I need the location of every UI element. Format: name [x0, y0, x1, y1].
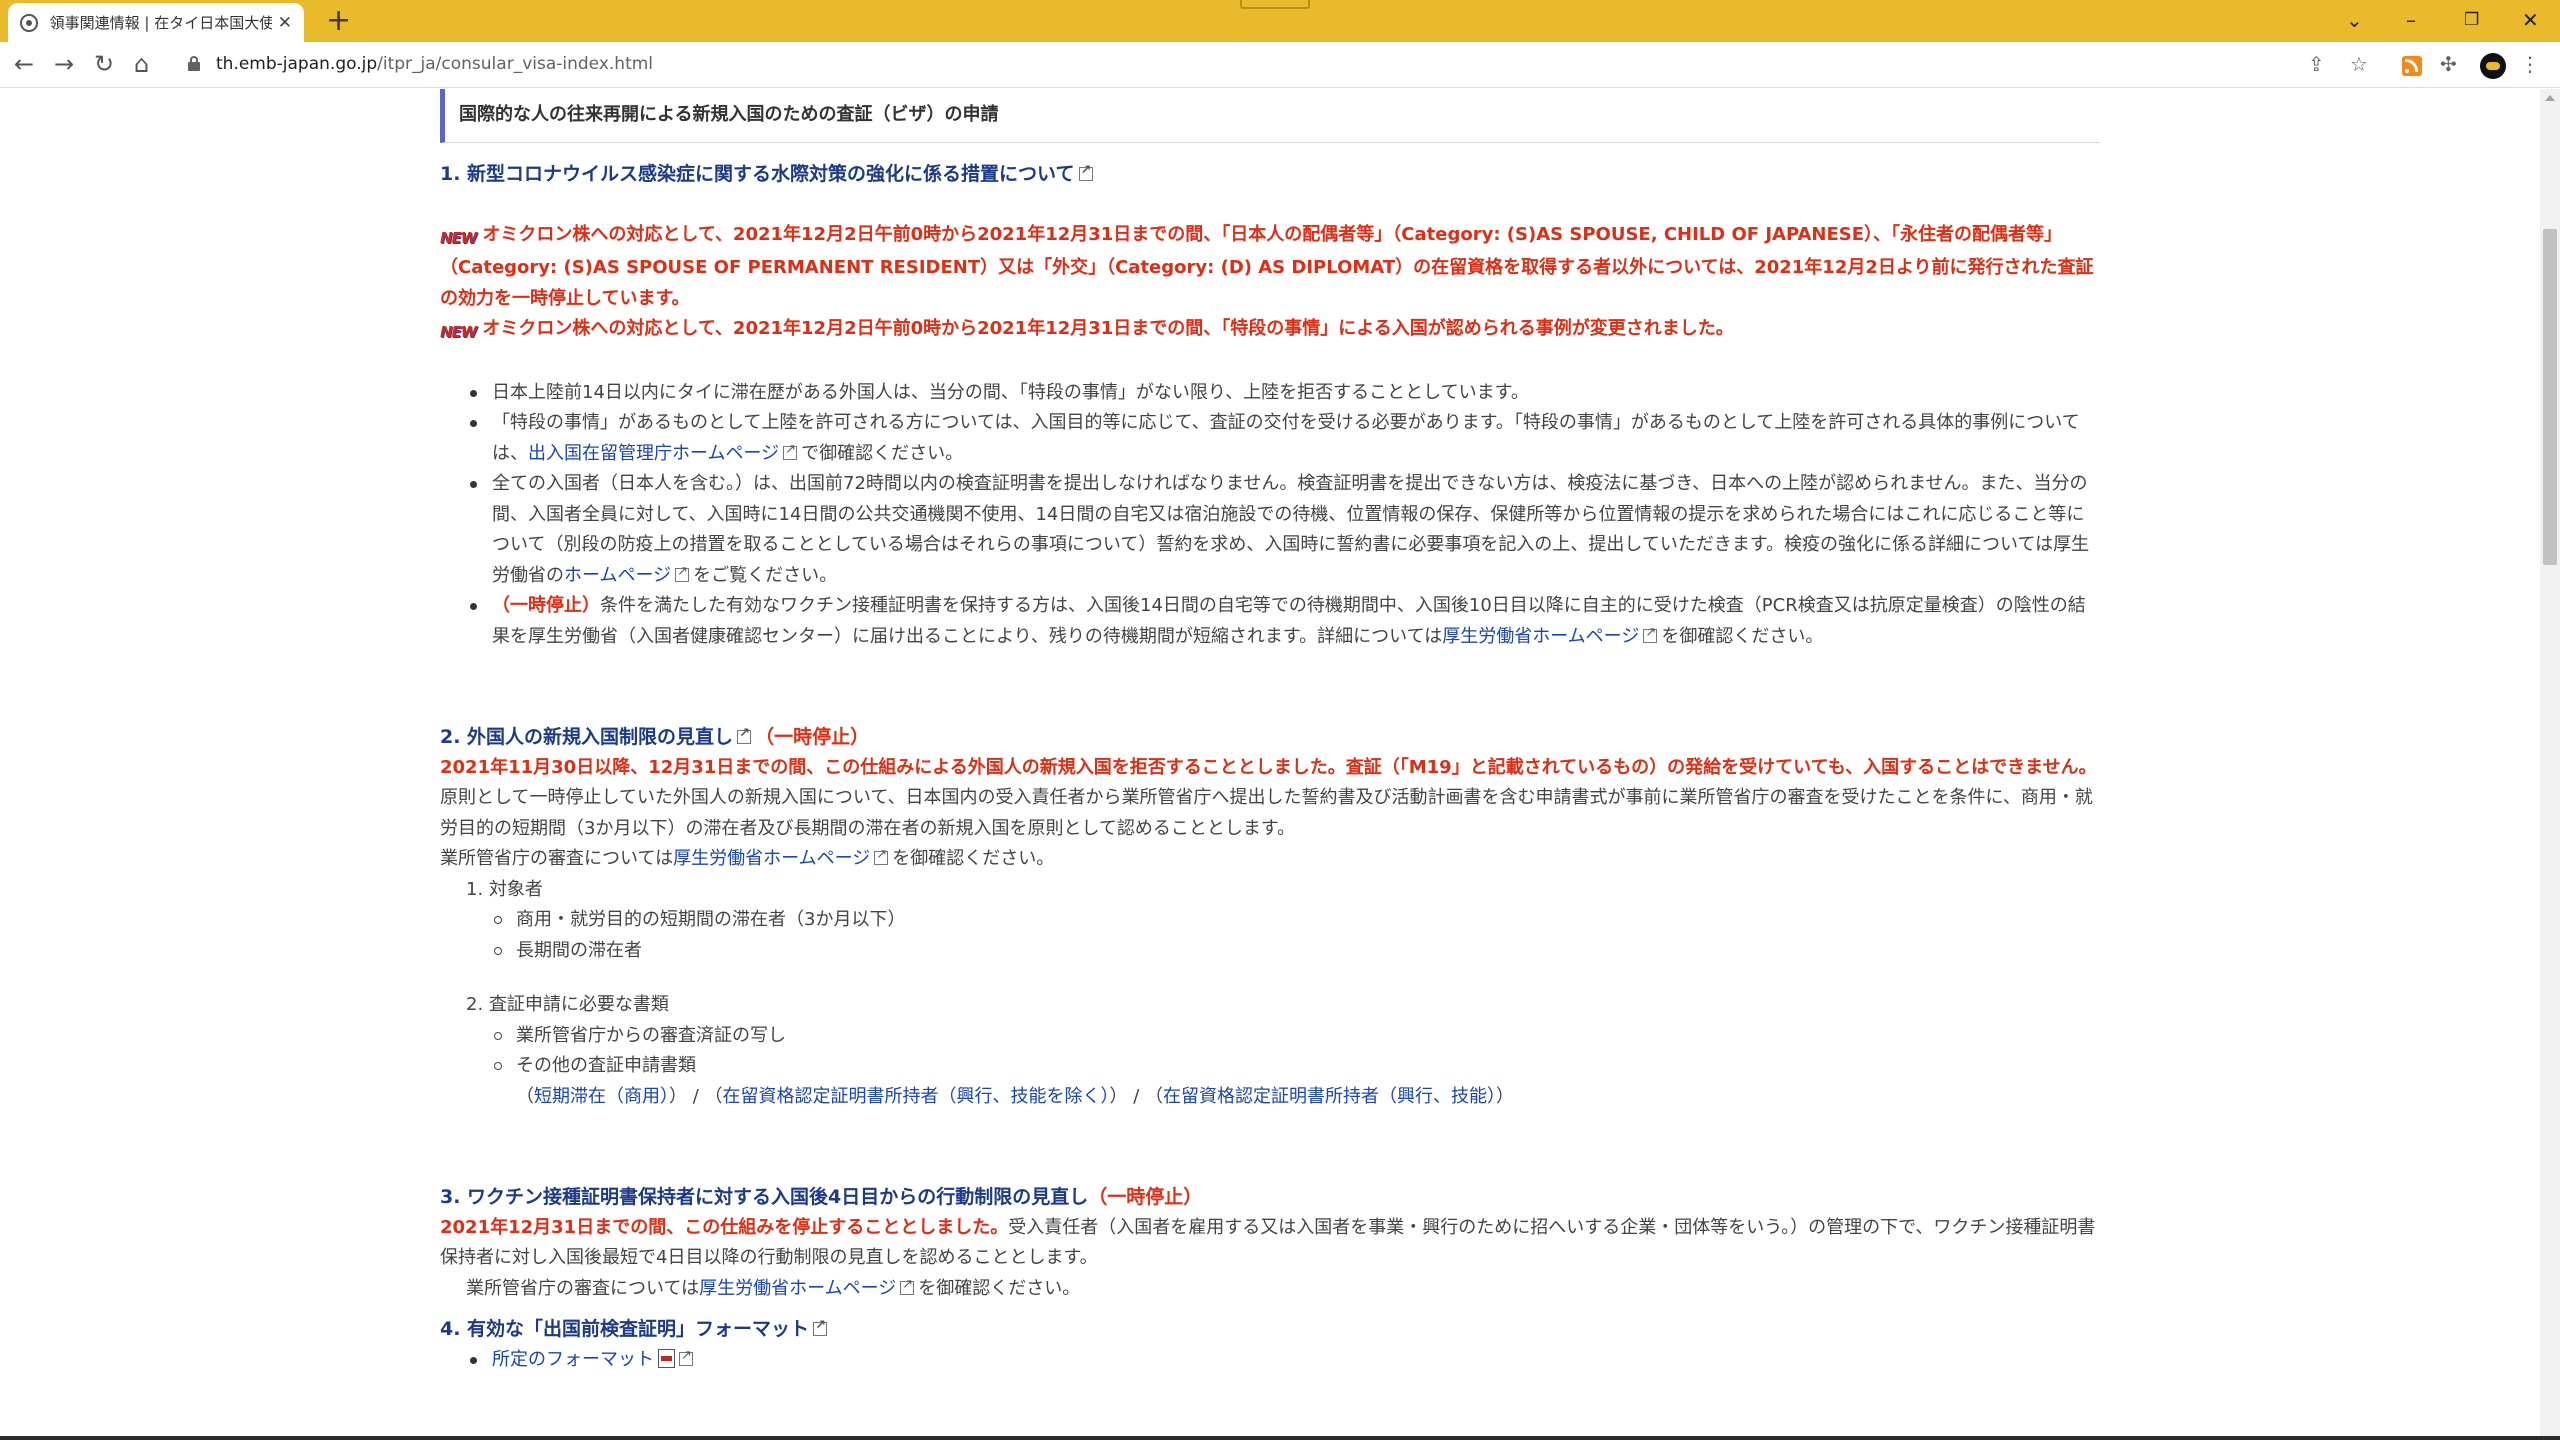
- section-4-link[interactable]: 4. 有効な「出国前検査証明」フォーマット: [440, 1318, 809, 1340]
- external-link-icon: [900, 1275, 915, 1295]
- rss-extension-icon[interactable]: [2402, 56, 2422, 76]
- omicron-notice-2: NEW オミクロン株への対応として、2021年12月2日午前0時から2021年12…: [440, 314, 2100, 348]
- back-arrow-icon[interactable]: ←: [14, 48, 34, 80]
- coe-entertainer-form-link[interactable]: 在留資格認定証明書所持者（興行、技能）: [1163, 1086, 1496, 1107]
- format-pdf-link[interactable]: 所定のフォーマット: [492, 1349, 654, 1370]
- immigration-agency-link[interactable]: 出入国在留管理庁ホームページ: [528, 443, 779, 464]
- address-bar: ← → ↻ ⌂ th.emb-japan.go.jp/itpr_ja/consu…: [0, 42, 2560, 88]
- main-content: 国際的な人の往来再開による新規入国のための査証（ビザ）の申請 1. 新型コロナウ…: [440, 89, 2100, 1375]
- section-1-link[interactable]: 1. 新型コロナウイルス感染症に関する水際対策の強化に係る措置について: [440, 163, 1075, 185]
- list-item: （一時停止）条件を満たした有効なワクチン接種証明書を保持する方は、入国後14日間…: [468, 591, 2100, 652]
- section-3-review-note: 業所管省庁の審査については厚生労働省ホームページを御確認ください。: [440, 1274, 2100, 1305]
- ordered-item-2: 2. 査証申請に必要な書類: [466, 994, 669, 1015]
- target-persons-list: 商用・就労目的の短期間の滞在者（3か月以下） 長期間の滞在者: [492, 905, 2100, 966]
- restore-icon[interactable]: ❐: [2464, 4, 2479, 36]
- profile-avatar[interactable]: [2480, 53, 2506, 79]
- external-link-icon: [874, 845, 889, 865]
- vertical-scrollbar[interactable]: [2540, 89, 2560, 1436]
- external-link-icon: [1643, 623, 1658, 643]
- list-item: その他の査証申請書類: [492, 1051, 2100, 1082]
- visa-forms-links: （短期滞在（商用）） / （在留資格認定証明書所持者（興行、技能を除く）） / …: [516, 1085, 1515, 1107]
- measures-list: 日本上陸前14日以内にタイに滞在歴がある外国人は、当分の間、「特段の事情」がない…: [468, 378, 2100, 653]
- scrollbar-thumb[interactable]: [2543, 229, 2557, 565]
- external-link-icon: [737, 724, 752, 744]
- tab-close-icon[interactable]: ✕: [278, 13, 292, 33]
- close-window-icon[interactable]: ✕: [2522, 4, 2539, 36]
- section-banner: 国際的な人の往来再開による新規入国のための査証（ビザ）の申請: [440, 89, 2100, 143]
- section-3-paragraph: 2021年12月31日までの間、この仕組みを停止することとしました。受入責任者（…: [440, 1216, 2096, 1269]
- mhlw-homepage-link[interactable]: 厚生労働省ホームページ: [1442, 626, 1639, 647]
- home-icon[interactable]: ⌂: [134, 48, 149, 80]
- tab-search-chevron-icon[interactable]: ⌄: [2346, 4, 2363, 36]
- list-item: 全ての入国者（日本人を含む。）は、出国前72時間以内の検査証明書を提出しなければ…: [468, 469, 2100, 591]
- external-link-icon: [1078, 161, 1093, 181]
- forward-arrow-icon[interactable]: →: [54, 48, 74, 80]
- lock-icon[interactable]: [188, 56, 200, 71]
- new-badge-icon: NEW: [440, 323, 477, 341]
- short-stay-form-link[interactable]: 短期滞在（商用）: [534, 1086, 669, 1107]
- mhlw-homepage-link[interactable]: ホームページ: [564, 565, 671, 586]
- section-2-red-notice: 2021年11月30日以降、12月31日までの間、この仕組みによる外国人の新規入…: [440, 756, 2097, 778]
- url-field[interactable]: th.emb-japan.go.jp/itpr_ja/consular_visa…: [216, 54, 653, 74]
- reload-icon[interactable]: ↻: [94, 48, 114, 80]
- list-item: 日本上陸前14日以内にタイに滞在歴がある外国人は、当分の間、「特段の事情」がない…: [468, 378, 2100, 409]
- omicron-notice-1: NEW オミクロン株への対応として、2021年12月2日午前0時から2021年12…: [440, 223, 2094, 309]
- external-link-icon: [813, 1316, 828, 1336]
- new-tab-button[interactable]: +: [326, 4, 351, 38]
- pdf-icon: [658, 1348, 675, 1368]
- list-item: 所定のフォーマット: [468, 1345, 2100, 1376]
- section-2-heading[interactable]: 2. 外国人の新規入国制限の見直し（一時停止）: [440, 722, 2100, 753]
- format-list: 所定のフォーマット: [468, 1345, 2100, 1376]
- list-item: 長期間の滞在者: [492, 936, 2100, 967]
- section-3-heading: 3. ワクチン接種証明書保持者に対する入国後4日目からの行動制限の見直し（一時停…: [440, 1186, 1203, 1208]
- list-item: 「特段の事情」があるものとして上陸を許可される方については、入国目的等に応じて、…: [468, 408, 2100, 469]
- window-bottom-edge: [0, 1436, 2560, 1440]
- globe-favicon-icon: [20, 13, 38, 32]
- extensions-puzzle-icon[interactable]: ✣: [2440, 51, 2457, 77]
- mhlw-homepage-link[interactable]: 厚生労働省ホームページ: [699, 1278, 896, 1299]
- section-2-link[interactable]: 2. 外国人の新規入国制限の見直し: [440, 726, 733, 748]
- list-item: 業所管省庁からの審査済証の写し: [492, 1021, 2100, 1052]
- active-tab[interactable]: 領事関連情報 | 在タイ日本国大使館 ✕: [8, 3, 304, 42]
- section-2-paragraph: 原則として一時停止していた外国人の新規入国について、日本国内の受入責任者から業所…: [440, 787, 2093, 839]
- new-badge-icon: NEW: [440, 228, 477, 247]
- mhlw-homepage-link[interactable]: 厚生労働省ホームページ: [673, 848, 870, 869]
- menu-kebab-icon[interactable]: ⋮: [2520, 51, 2540, 77]
- tab-search-handle[interactable]: [1240, 0, 1310, 9]
- ordered-item-1: 1. 対象者: [466, 878, 543, 900]
- tab-strip: 領事関連情報 | 在タイ日本国大使館 ✕ + ⌄ – ❐ ✕: [0, 0, 2560, 42]
- external-link-icon: [675, 562, 690, 582]
- page-viewport: 国際的な人の往来再開による新規入国のための査証（ビザ）の申請 1. 新型コロナウ…: [0, 89, 2540, 1436]
- section-2-review-note: 業所管省庁の審査については厚生労働省ホームページを御確認ください。: [440, 844, 2100, 875]
- external-link-icon: [679, 1346, 693, 1366]
- section-4-heading[interactable]: 4. 有効な「出国前検査証明」フォーマット: [440, 1314, 2100, 1345]
- tab-title: 領事関連情報 | 在タイ日本国大使館: [49, 14, 272, 32]
- external-link-icon: [783, 440, 798, 460]
- required-docs-list: 業所管省庁からの審査済証の写し その他の査証申請書類: [492, 1021, 2100, 1082]
- coe-holder-form-link[interactable]: 在留資格認定証明書所持者（興行、技能を除く）: [723, 1086, 1110, 1107]
- section-1-heading[interactable]: 1. 新型コロナウイルス感染症に関する水際対策の強化に係る措置について: [440, 159, 2100, 190]
- bookmark-star-icon[interactable]: ☆: [2350, 51, 2368, 77]
- scroll-up-arrow-icon[interactable]: [2545, 95, 2555, 101]
- share-icon[interactable]: ⇪: [2308, 51, 2325, 77]
- minimize-icon[interactable]: –: [2406, 4, 2416, 36]
- list-item: 商用・就労目的の短期間の滞在者（3か月以下）: [492, 905, 2100, 936]
